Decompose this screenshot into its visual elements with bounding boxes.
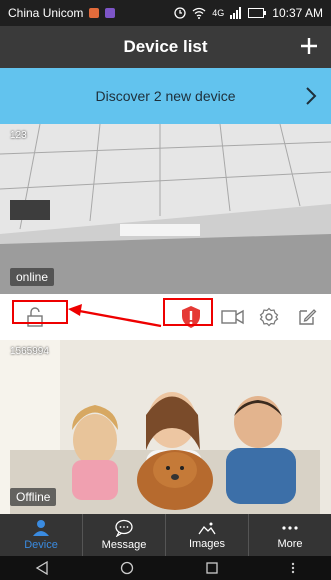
battery-icon (248, 8, 267, 18)
image-icon (198, 522, 216, 535)
video-icon (221, 309, 244, 325)
network-label: 4G (212, 8, 225, 18)
discover-banner[interactable]: Discover 2 new device (0, 68, 331, 124)
app-notification-icon (105, 8, 116, 18)
highlight-box-unlock (12, 300, 68, 324)
wifi-icon (192, 7, 206, 19)
device-status-badge: online (10, 268, 55, 286)
tab-more[interactable]: More (249, 514, 331, 556)
add-device-button[interactable] (299, 31, 319, 62)
back-icon[interactable] (35, 561, 49, 575)
system-nav-bar (0, 556, 331, 580)
page-title: Device list (123, 37, 208, 56)
status-left: China Unicom (8, 6, 116, 20)
device-status-badge: Offline (10, 488, 57, 506)
menu-dots-icon[interactable] (290, 561, 296, 575)
tab-label: More (277, 538, 303, 550)
device-card-1[interactable]: 123 online (0, 124, 331, 294)
person-icon (33, 520, 49, 536)
recents-icon[interactable] (205, 561, 219, 575)
tab-label: Message (101, 539, 147, 551)
edit-icon (299, 309, 317, 325)
device-action-bar (0, 294, 331, 340)
carrier-label: China Unicom (8, 6, 84, 20)
settings-icon (259, 307, 279, 327)
red-arrow-annotation (68, 304, 162, 328)
app-header: Device list (0, 26, 331, 68)
more-icon (282, 526, 298, 530)
status-bar: China Unicom 4G 10:37 AM (0, 0, 331, 26)
device-card-2[interactable]: 1565994 Offline (0, 340, 331, 514)
plus-icon (301, 38, 317, 54)
edit-device-button[interactable] (292, 302, 322, 332)
device-settings-button[interactable] (254, 302, 284, 332)
tab-device[interactable]: Device (0, 514, 83, 556)
tab-label: Images (188, 538, 226, 550)
status-right: 4G 10:37 AM (174, 6, 323, 20)
tab-images[interactable]: Images (166, 514, 249, 556)
chat-icon (115, 519, 133, 537)
home-icon[interactable] (120, 561, 134, 575)
chevron-right-icon (306, 87, 317, 105)
signal-icon (230, 7, 242, 19)
device-name: 1565994 (10, 346, 49, 357)
clock: 10:37 AM (272, 6, 323, 20)
discover-text: Discover 2 new device (95, 88, 236, 104)
bottom-tab-bar: Device Message Images More (0, 514, 331, 556)
alarm-icon (174, 7, 186, 19)
device-name: 123 (10, 130, 27, 141)
tab-label: Device (24, 539, 58, 551)
tab-message[interactable]: Message (83, 514, 166, 556)
record-button[interactable] (218, 302, 248, 332)
notification-icon (89, 8, 100, 18)
